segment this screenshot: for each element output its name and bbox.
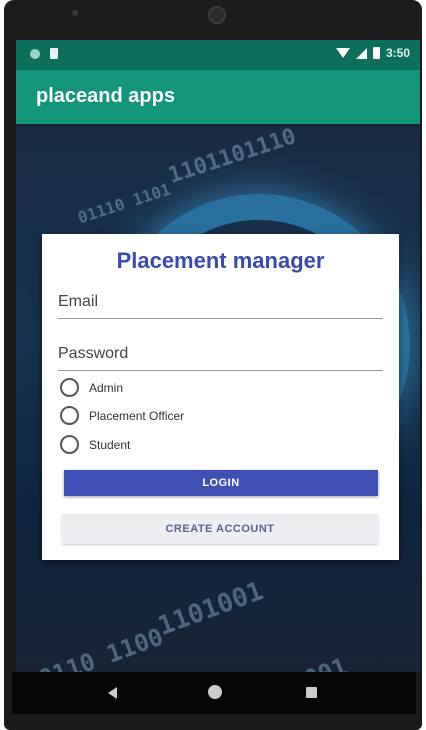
navigation-bar (12, 672, 416, 714)
notification-icon (30, 48, 40, 59)
screen: 3:50 placeand apps 1101101110 01110 1101… (16, 40, 420, 672)
login-button[interactable]: LOGIN (64, 470, 378, 496)
create-account-button[interactable]: CREATE ACCOUNT (62, 514, 378, 544)
password-field[interactable] (58, 340, 383, 371)
radio-placement-officer[interactable]: Placement Officer (60, 406, 184, 425)
status-left-icons (30, 48, 58, 59)
background-binary-1: 1101101110 (165, 124, 300, 189)
home-icon[interactable] (208, 685, 222, 699)
sd-card-icon (50, 48, 58, 59)
wifi-icon (335, 48, 350, 58)
radio-placement-officer-label: Placement Officer (89, 408, 185, 423)
recents-icon[interactable] (306, 687, 317, 698)
status-time: 3:50 (385, 46, 410, 60)
radio-circle-icon[interactable] (60, 378, 79, 397)
background-binary-4: 1101001 (154, 576, 268, 642)
radio-student-label: Student (89, 437, 131, 452)
status-right-icons: 3:50 (335, 46, 410, 60)
top-bezel (4, 0, 422, 40)
background-binary-2: 01110 1101 (75, 179, 173, 228)
radio-circle-icon[interactable] (60, 406, 79, 425)
signal-icon (355, 47, 367, 59)
radio-circle-icon[interactable] (60, 435, 79, 454)
radio-student[interactable]: Student (60, 435, 130, 454)
login-card: Placement manager Admin Placement Office… (42, 234, 399, 560)
front-camera (208, 6, 226, 24)
radio-admin-label: Admin (89, 380, 124, 395)
background-binary-6: 10001 (273, 652, 350, 672)
sensor-dot (72, 10, 78, 16)
background-binary-5: 0110 1100 (35, 622, 167, 672)
status-bar: 3:50 (16, 40, 420, 70)
radio-admin[interactable]: Admin (60, 378, 123, 397)
app-title: placeand apps (36, 85, 175, 107)
battery-icon (372, 47, 380, 59)
phone-frame: 3:50 placeand apps 1101101110 01110 1101… (4, 0, 422, 730)
card-title: Placement manager (116, 248, 325, 273)
app-bar: placeand apps (16, 70, 420, 124)
back-icon[interactable] (108, 687, 117, 699)
email-field[interactable] (58, 288, 383, 319)
